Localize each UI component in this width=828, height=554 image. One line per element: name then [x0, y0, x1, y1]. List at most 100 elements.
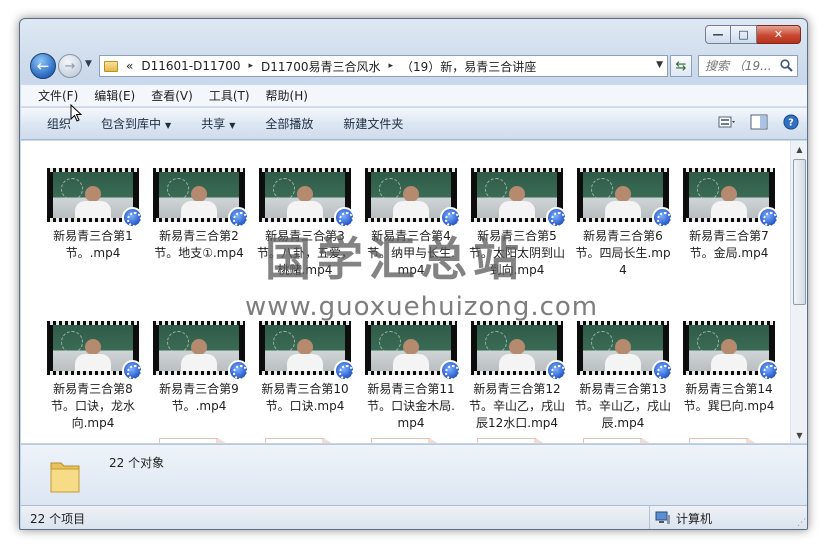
menu-view[interactable]: 查看(V): [151, 87, 193, 104]
chalkboard-drawing: [485, 178, 507, 200]
presenter-head: [509, 339, 525, 355]
vertical-scrollbar[interactable]: ▲ ▼: [790, 141, 807, 443]
video-file-icon[interactable]: [689, 438, 767, 443]
video-thumbnail: [577, 321, 673, 381]
close-button[interactable]: ✕: [757, 25, 801, 44]
video-thumbnail: [365, 321, 461, 381]
file-name: 新易青三合第13节。辛山乙，戌山辰.mp4: [575, 382, 672, 430]
presenter-body: [393, 354, 429, 371]
mouse-cursor-icon: [70, 104, 82, 122]
organize-button[interactable]: 组织: [47, 115, 71, 132]
chalkboard-drawing: [379, 331, 401, 353]
refresh-button[interactable]: ⇆: [670, 55, 692, 77]
video-file-item[interactable]: 新易青三合第9节。.mp4: [149, 321, 249, 415]
breadcrumb-item[interactable]: D11601-D11700: [141, 59, 240, 73]
item-count: 22 个对象: [109, 456, 165, 470]
video-file-icon[interactable]: [265, 438, 343, 443]
presenter-body: [393, 201, 429, 218]
video-file-item[interactable]: 新易青三合第7节。金局.mp4: [679, 168, 779, 262]
video-file-item[interactable]: 新易青三合第6节。四局长生.mp4: [573, 168, 673, 279]
video-thumbnail: [471, 168, 567, 228]
file-name: 新易青三合第12节。辛山乙，戌山辰12水口.mp4: [469, 382, 566, 430]
preview-pane-icon[interactable]: [750, 114, 768, 130]
video-file-icon[interactable]: [159, 438, 237, 443]
presenter-head: [85, 339, 101, 355]
presenter-head: [509, 186, 525, 202]
video-thumbnail: [259, 168, 355, 228]
file-name: 新易青三合第11节。口诀金木局.mp4: [367, 382, 455, 430]
media-player-icon: [758, 207, 779, 228]
video-frame: [265, 325, 345, 371]
status-item-count: 22 个项目: [30, 511, 86, 526]
video-frame: [159, 325, 239, 371]
video-thumbnail: [471, 321, 567, 381]
minimize-button[interactable]: —: [705, 25, 731, 44]
menu-help[interactable]: 帮助(H): [266, 87, 308, 104]
watermark-url: www.guoxuehuizong.com: [245, 292, 599, 322]
chalkboard-drawing: [485, 331, 507, 353]
video-file-item[interactable]: 新易青三合第12节。辛山乙，戌山辰12水口.mp4: [467, 321, 567, 432]
video-thumbnail: [683, 321, 779, 381]
presenter-head: [403, 186, 419, 202]
video-file-item[interactable]: 新易青三合第1节。.mp4: [43, 168, 143, 262]
video-frame: [477, 325, 557, 371]
file-name: 新易青三合第7节。金局.mp4: [689, 229, 769, 260]
recent-pages-button[interactable]: ▼: [85, 59, 92, 69]
search-icon[interactable]: [780, 59, 793, 72]
address-dropdown-icon[interactable]: ▼: [656, 60, 663, 70]
presenter-head: [191, 186, 207, 202]
menu-tools[interactable]: 工具(T): [209, 87, 250, 104]
chevron-down-icon: ▼: [165, 121, 172, 130]
presenter-head: [721, 186, 737, 202]
back-button[interactable]: ←: [30, 53, 56, 79]
presenter-head: [85, 186, 101, 202]
share-label: 共享: [201, 117, 226, 131]
chalkboard-drawing: [591, 178, 613, 200]
breadcrumb-overflow[interactable]: «: [126, 59, 133, 73]
view-options-icon[interactable]: [718, 114, 736, 130]
presenter-head: [615, 339, 631, 355]
new-folder-button[interactable]: 新建文件夹: [343, 115, 403, 132]
video-file-item[interactable]: 新易青三合第14节。巽巳向.mp4: [679, 321, 779, 415]
video-file-item[interactable]: 新易青三合第11节。口诀金木局.mp4: [361, 321, 461, 432]
video-file-icon[interactable]: [477, 438, 555, 443]
breadcrumb-item[interactable]: D11700易青三合风水: [261, 58, 380, 75]
address-bar[interactable]: « D11601-D11700 ▸ D11700易青三合风水 ▸ （19）新，易…: [99, 55, 668, 77]
file-name: 新易青三合第9节。.mp4: [159, 382, 239, 413]
chalkboard-drawing: [697, 331, 719, 353]
presenter-body: [605, 201, 641, 218]
breadcrumb-item[interactable]: （19）新，易青三合讲座: [401, 58, 536, 75]
menu-file[interactable]: 文件(F): [38, 87, 78, 104]
file-name: 新易青三合第6节。四局长生.mp4: [575, 229, 671, 277]
status-location: 计算机: [649, 506, 712, 529]
video-frame: [53, 325, 133, 371]
scroll-down-button[interactable]: ▼: [791, 427, 807, 443]
file-name: 新易青三合第8节。口诀，龙水向.mp4: [50, 382, 135, 430]
video-file-item[interactable]: 新易青三合第2节。地支①.mp4: [149, 168, 249, 262]
status-bar: 22 个项目 计算机 ⋰: [21, 505, 807, 529]
include-in-library-button[interactable]: 包含到库中 ▼: [101, 115, 171, 132]
play-all-button[interactable]: 全部播放: [265, 115, 313, 132]
video-file-icon[interactable]: [371, 438, 449, 443]
video-file-item[interactable]: 新易青三合第10节。口诀.mp4: [255, 321, 355, 415]
help-icon[interactable]: ?: [782, 114, 800, 130]
video-file-item[interactable]: 新易青三合第8节。口诀，龙水向.mp4: [43, 321, 143, 432]
breadcrumb-separator-icon[interactable]: ▸: [249, 61, 254, 71]
chalkboard-drawing: [167, 178, 189, 200]
share-button[interactable]: 共享 ▼: [201, 115, 235, 132]
scroll-up-button[interactable]: ▲: [791, 141, 807, 157]
search-box[interactable]: [698, 55, 798, 77]
breadcrumb-separator-icon[interactable]: ▸: [388, 61, 393, 71]
chalkboard-drawing: [273, 331, 295, 353]
media-player-icon: [546, 207, 567, 228]
resize-grip-icon[interactable]: ⋰: [797, 518, 806, 528]
chalkboard-drawing: [591, 331, 613, 353]
forward-button[interactable]: →: [58, 54, 82, 78]
search-input[interactable]: [705, 59, 775, 73]
scroll-thumb[interactable]: [793, 159, 806, 305]
video-file-icon[interactable]: [583, 438, 661, 443]
menu-edit[interactable]: 编辑(E): [94, 87, 135, 104]
maximize-button[interactable]: □: [731, 25, 757, 44]
new-folder-label: 新建文件夹: [343, 117, 404, 131]
video-file-item[interactable]: 新易青三合第13节。辛山乙，戌山辰.mp4: [573, 321, 673, 432]
